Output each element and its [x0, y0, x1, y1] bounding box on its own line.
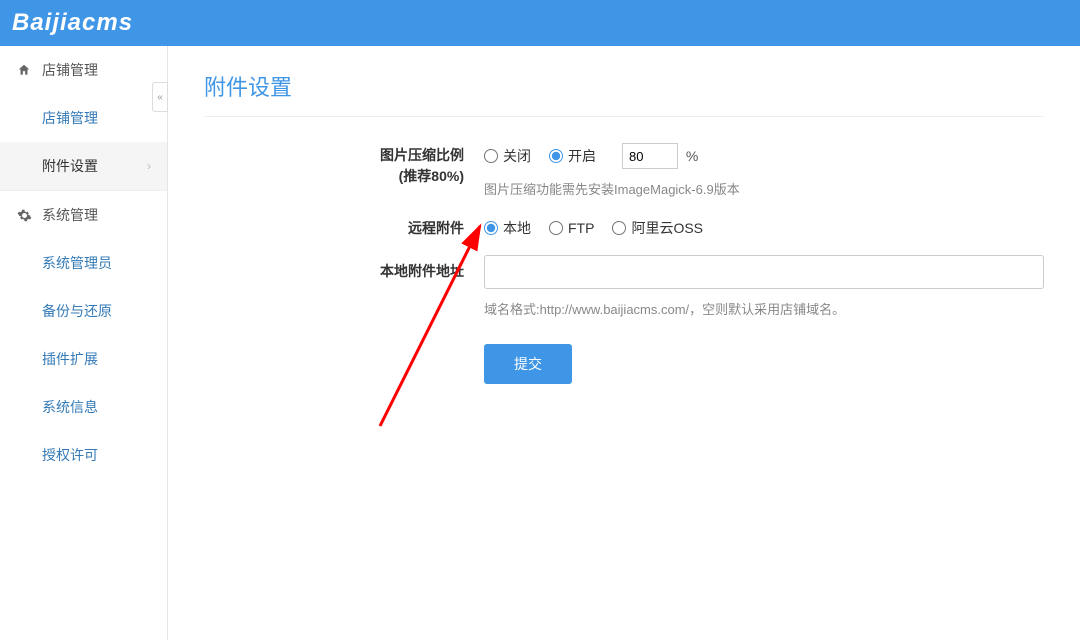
- page-title: 附件设置: [204, 70, 1044, 117]
- label-spacer: [204, 334, 484, 384]
- label-remote: 远程附件: [204, 218, 484, 239]
- radio-input-ftp[interactable]: [549, 221, 563, 235]
- sidebar-item-label: 系统管理员: [42, 253, 112, 273]
- annotation-arrow-icon: [370, 206, 500, 436]
- control-remote: 本地 FTP 阿里云OSS: [484, 218, 1044, 239]
- radio-input-off[interactable]: [484, 149, 498, 163]
- radio-input-oss[interactable]: [612, 221, 626, 235]
- control-submit: 提交: [484, 334, 1044, 384]
- radio-label: 开启: [568, 146, 596, 166]
- main-content: 附件设置 图片压缩比例 (推荐80%) 关闭 开启: [168, 46, 1080, 640]
- sidebar-item-label: 授权许可: [42, 445, 98, 465]
- sidebar: « 店铺管理 店铺管理 附件设置 › 系统管理 系统管理员 备份与还原: [0, 46, 168, 640]
- compress-value-input[interactable]: [622, 143, 678, 169]
- menu-group-store[interactable]: 店铺管理: [0, 46, 167, 94]
- topbar: Baijiacms: [0, 0, 1080, 46]
- label-line: 图片压缩比例: [204, 145, 464, 166]
- sidebar-item-store-manage[interactable]: 店铺管理: [0, 94, 167, 142]
- row-submit: 提交: [204, 334, 1044, 384]
- sidebar-item-plugins[interactable]: 插件扩展: [0, 335, 167, 383]
- gear-icon: [16, 207, 32, 223]
- submit-button[interactable]: 提交: [484, 344, 572, 384]
- sidebar-item-label: 备份与还原: [42, 301, 112, 321]
- sidebar-item-label: 插件扩展: [42, 349, 98, 369]
- radio-group-compress: 关闭 开启 %: [484, 143, 1044, 169]
- help-compress: 图片压缩功能需先安装ImageMagick-6.9版本: [484, 179, 1044, 198]
- home-icon: [16, 62, 32, 78]
- radio-input-local[interactable]: [484, 221, 498, 235]
- label-line: (推荐80%): [204, 166, 464, 187]
- control-local-addr: 域名格式:http://www.baijiacms.com/，空则默认采用店铺域…: [484, 255, 1044, 318]
- radio-remote-ftp[interactable]: FTP: [549, 220, 594, 236]
- chevron-right-icon: ›: [147, 159, 151, 173]
- sidebar-item-label: 店铺管理: [42, 108, 98, 128]
- collapse-button[interactable]: «: [152, 82, 168, 112]
- help-local-addr: 域名格式:http://www.baijiacms.com/，空则默认采用店铺域…: [484, 299, 1044, 318]
- sidebar-item-admin[interactable]: 系统管理员: [0, 239, 167, 287]
- sidebar-item-label: 系统信息: [42, 397, 98, 417]
- local-addr-input[interactable]: [484, 255, 1044, 289]
- radio-compress-on[interactable]: 开启: [549, 146, 596, 166]
- label-local-addr: 本地附件地址: [204, 255, 484, 318]
- percent-sign: %: [686, 148, 698, 164]
- sidebar-item-license[interactable]: 授权许可: [0, 431, 167, 479]
- radio-label: FTP: [568, 220, 594, 236]
- sidebar-item-label: 附件设置: [42, 156, 98, 176]
- label-compress: 图片压缩比例 (推荐80%): [204, 143, 484, 198]
- radio-compress-off[interactable]: 关闭: [484, 146, 531, 166]
- sidebar-item-attachment-settings[interactable]: 附件设置 ›: [0, 142, 167, 190]
- sidebar-item-backup[interactable]: 备份与还原: [0, 287, 167, 335]
- sidebar-item-sysinfo[interactable]: 系统信息: [0, 383, 167, 431]
- radio-label: 关闭: [503, 146, 531, 166]
- row-compress: 图片压缩比例 (推荐80%) 关闭 开启 %: [204, 143, 1044, 198]
- menu-group-label: 系统管理: [42, 205, 98, 225]
- radio-remote-local[interactable]: 本地: [484, 218, 531, 238]
- layout: « 店铺管理 店铺管理 附件设置 › 系统管理 系统管理员 备份与还原: [0, 46, 1080, 640]
- radio-label: 本地: [503, 218, 531, 238]
- radio-input-on[interactable]: [549, 149, 563, 163]
- menu-group-label: 店铺管理: [42, 60, 98, 80]
- brand-logo: Baijiacms: [12, 9, 133, 37]
- menu-group-system[interactable]: 系统管理: [0, 190, 167, 239]
- control-compress: 关闭 开启 % 图片压缩功能需先安装ImageMagick-6.9版本: [484, 143, 1044, 198]
- radio-group-remote: 本地 FTP 阿里云OSS: [484, 218, 1044, 238]
- radio-remote-oss[interactable]: 阿里云OSS: [612, 218, 703, 238]
- compress-value-wrap: %: [614, 143, 698, 169]
- row-remote: 远程附件 本地 FTP 阿里云OSS: [204, 218, 1044, 239]
- radio-label: 阿里云OSS: [631, 218, 703, 238]
- row-local-addr: 本地附件地址 域名格式:http://www.baijiacms.com/，空则…: [204, 255, 1044, 318]
